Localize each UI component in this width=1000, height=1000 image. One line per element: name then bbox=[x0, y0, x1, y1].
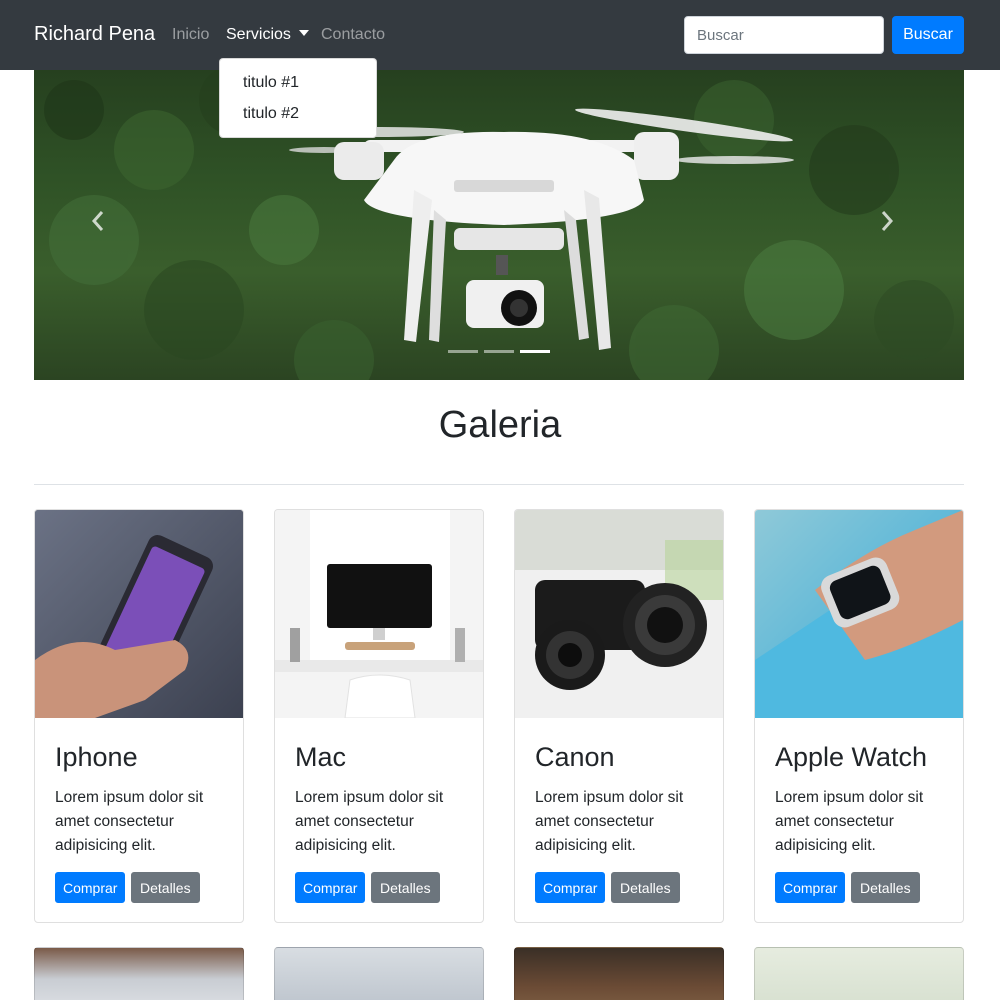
product-card-image-partial bbox=[274, 947, 484, 1000]
mac-image bbox=[275, 510, 483, 718]
carousel-indicators bbox=[448, 350, 550, 353]
gallery-title: Galeria bbox=[438, 404, 562, 446]
chevron-left-icon bbox=[91, 211, 104, 231]
dropdown-item-titulo-2[interactable]: titulo #2 bbox=[220, 98, 376, 129]
card-title: Iphone bbox=[55, 742, 138, 772]
caret-down-icon bbox=[298, 30, 309, 36]
apple-watch-image bbox=[755, 510, 963, 718]
product-card-canon: Canon Lorem ipsum dolor sit amet consect… bbox=[514, 509, 724, 923]
carousel-indicator[interactable] bbox=[484, 350, 514, 353]
search-input[interactable] bbox=[684, 16, 884, 54]
card-title: Mac bbox=[295, 742, 347, 772]
brand-link[interactable]: Richard Pena bbox=[34, 23, 155, 46]
canon-image bbox=[515, 510, 723, 718]
detalles-button[interactable]: Detalles bbox=[131, 872, 200, 903]
image-carousel bbox=[34, 70, 964, 380]
drone-slide-image bbox=[44, 70, 954, 380]
iphone-image bbox=[35, 510, 243, 718]
comprar-button[interactable]: Comprar bbox=[775, 872, 846, 903]
nav-link-inicio[interactable]: Inicio bbox=[172, 26, 209, 44]
carousel-prev-button[interactable] bbox=[90, 210, 120, 240]
card-title: Apple Watch bbox=[775, 742, 928, 772]
navbar: Richard Pena Inicio Servicios Contacto B… bbox=[0, 0, 1000, 70]
detalles-button[interactable]: Detalles bbox=[611, 872, 680, 903]
comprar-button[interactable]: Comprar bbox=[55, 872, 126, 903]
product-card-image-partial bbox=[754, 947, 964, 1000]
carousel-indicator[interactable] bbox=[448, 350, 478, 353]
search-button[interactable]: Buscar bbox=[892, 16, 964, 54]
product-card-apple-watch: Apple Watch Lorem ipsum dolor sit amet c… bbox=[754, 509, 964, 923]
product-card-image-partial bbox=[34, 947, 244, 1000]
card-text: Lorem ipsum dolor sit amet consectetur a… bbox=[535, 789, 684, 854]
card-text: Lorem ipsum dolor sit amet consectetur a… bbox=[55, 789, 204, 854]
card-title: Canon bbox=[535, 742, 615, 772]
carousel-next-button[interactable] bbox=[879, 210, 909, 240]
carousel-indicator-active[interactable] bbox=[520, 350, 550, 353]
detalles-button[interactable]: Detalles bbox=[851, 872, 920, 903]
product-card-mac: Mac Lorem ipsum dolor sit amet consectet… bbox=[274, 509, 484, 923]
chevron-right-icon bbox=[881, 211, 894, 231]
comprar-button[interactable]: Comprar bbox=[295, 872, 366, 903]
nav-dropdown-servicios[interactable]: Servicios bbox=[226, 26, 309, 44]
comprar-button[interactable]: Comprar bbox=[535, 872, 606, 903]
servicios-dropdown-menu: titulo #1 titulo #2 bbox=[219, 58, 377, 138]
detalles-button[interactable]: Detalles bbox=[371, 872, 440, 903]
nav-link-servicios-label: Servicios bbox=[226, 26, 291, 43]
product-card-iphone: Iphone Lorem ipsum dolor sit amet consec… bbox=[34, 509, 244, 923]
product-card-image-partial bbox=[514, 947, 724, 1000]
nav-link-contacto[interactable]: Contacto bbox=[321, 26, 385, 44]
dropdown-item-titulo-1[interactable]: titulo #1 bbox=[220, 67, 376, 98]
card-text: Lorem ipsum dolor sit amet consectetur a… bbox=[775, 789, 924, 854]
card-text: Lorem ipsum dolor sit amet consectetur a… bbox=[295, 789, 444, 854]
section-divider bbox=[34, 484, 964, 485]
